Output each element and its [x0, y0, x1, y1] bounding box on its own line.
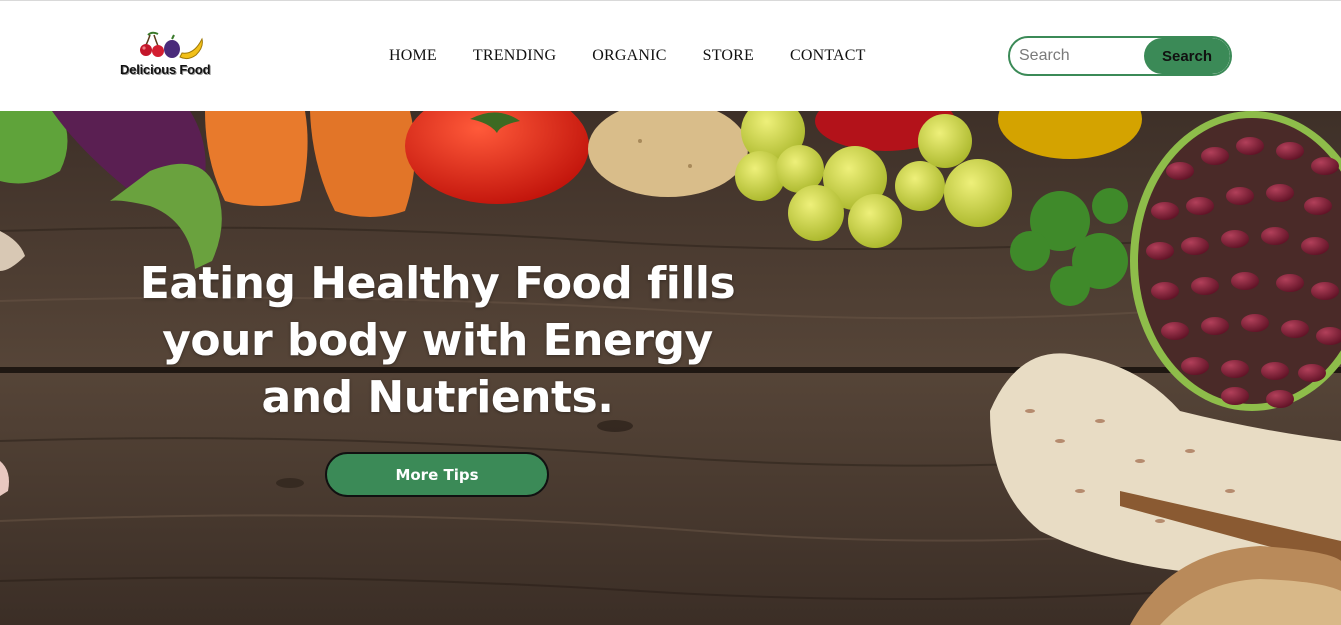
brand-logo[interactable]: Delicious Food — [116, 31, 232, 79]
nav-store[interactable]: STORE — [703, 46, 754, 68]
nav-home[interactable]: HOME — [389, 46, 437, 68]
hero-heading: Eating Healthy Food fills your body with… — [139, 258, 736, 423]
nav-trending[interactable]: TRENDING — [473, 46, 556, 68]
more-tips-button[interactable]: More Tips — [325, 452, 549, 497]
site-header: Delicious Food HOME TRENDING ORGANIC STO… — [0, 1, 1341, 111]
hero-banner: Eating Healthy Food fills your body with… — [0, 111, 1341, 625]
main-nav: HOME TRENDING ORGANIC STORE CONTACT — [372, 46, 902, 68]
fruit-logo-icon — [140, 31, 203, 60]
nav-contact[interactable]: CONTACT — [790, 46, 866, 68]
brand-name: Delicious Food — [120, 62, 211, 77]
search-input[interactable] — [1010, 38, 1150, 74]
search-button[interactable]: Search — [1144, 38, 1230, 74]
nav-organic[interactable]: ORGANIC — [592, 46, 666, 68]
search-form: Search — [1008, 36, 1232, 76]
